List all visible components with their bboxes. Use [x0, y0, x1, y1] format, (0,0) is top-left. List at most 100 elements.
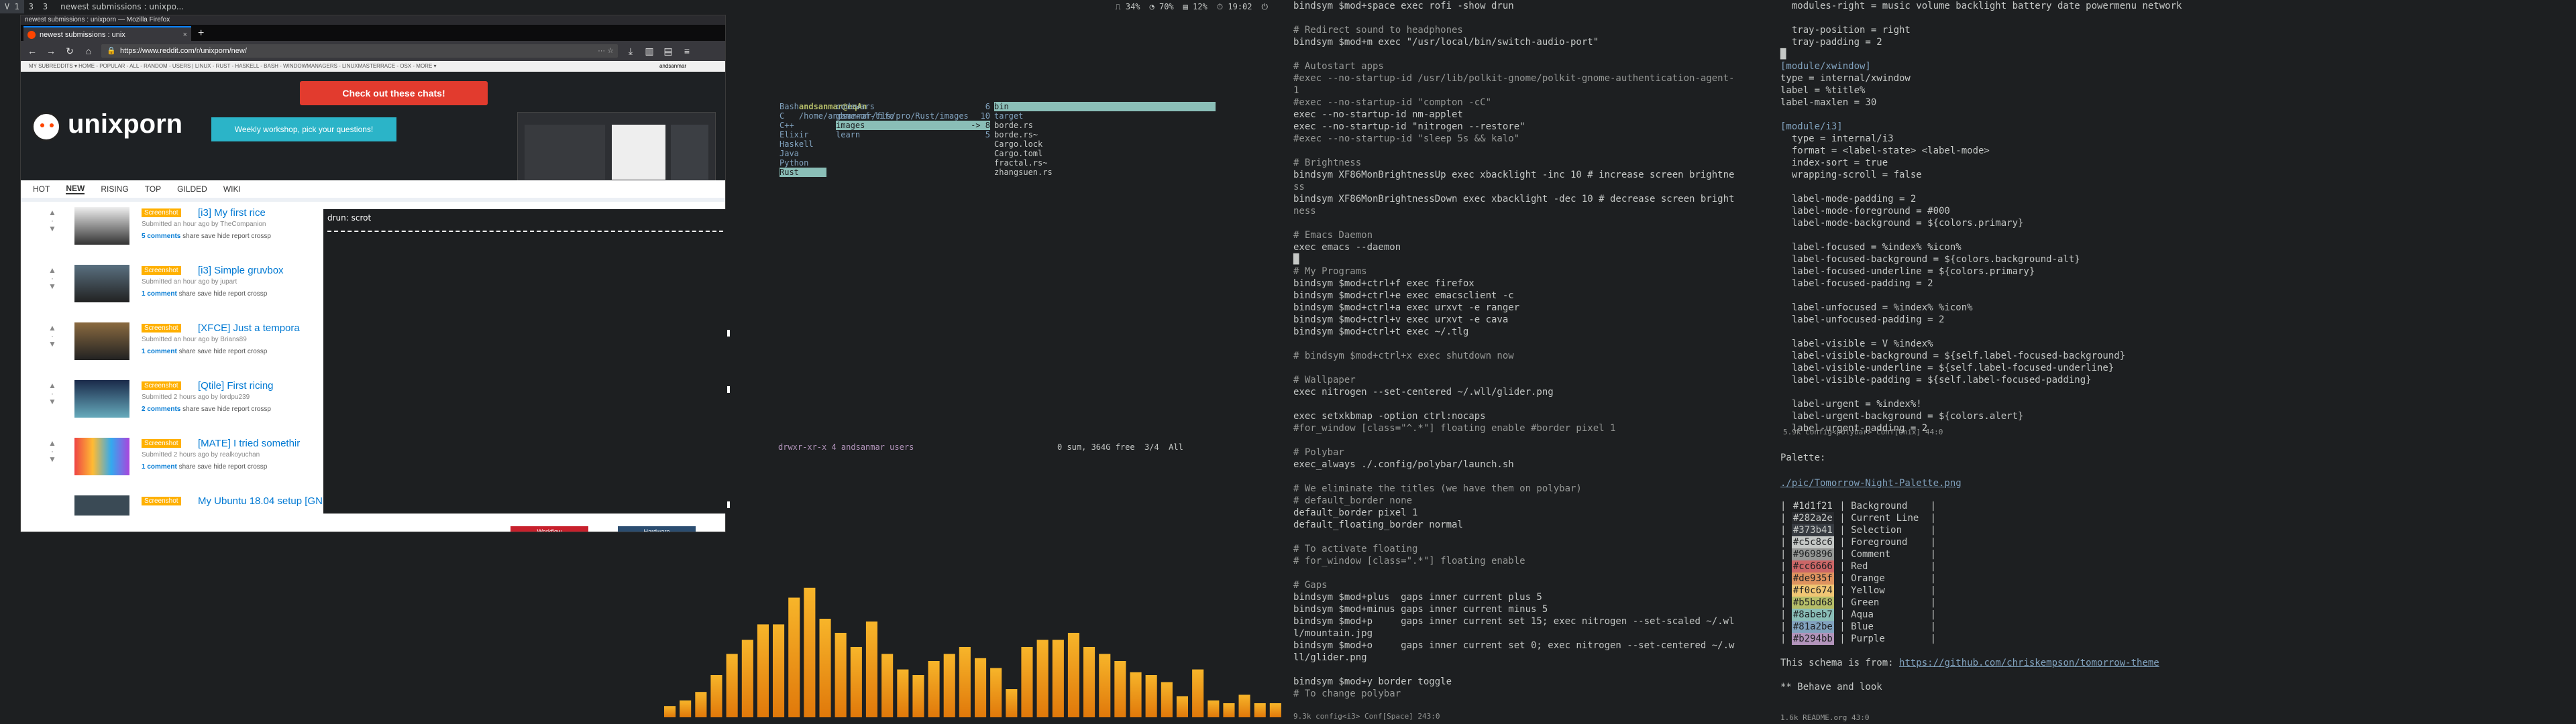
post-title[interactable]: [Qtile] First ricing: [198, 380, 274, 391]
workspace-3a[interactable]: 3: [24, 0, 38, 13]
post-thumbnail[interactable]: [74, 265, 129, 302]
post-title[interactable]: [i3] Simple gruvbox: [198, 265, 284, 276]
backlight-module[interactable]: ◔ 70%: [1150, 0, 1174, 13]
url-bar[interactable]: 🔒 https://www.reddit.com/r/unixporn/new/…: [101, 44, 618, 58]
username[interactable]: andsanmar: [659, 61, 686, 72]
ranger-preview-entry[interactable]: Cargo.lock: [994, 139, 1216, 149]
code-line: label-visible-background = ${self.label-…: [1780, 351, 2126, 361]
ranger-column-preview: bin target borde.rs borde.rs~ Cargo.lock Carg…: [994, 102, 1216, 177]
post-actions: 1 comment share save hide report crossp: [142, 290, 267, 298]
home-icon[interactable]: ⌂: [83, 46, 95, 56]
ranger-entry[interactable]: game-of-life 10: [836, 111, 990, 121]
tab-reddit[interactable]: newest submissions : unix ×: [23, 26, 191, 41]
sidebar-icon[interactable]: ▤: [662, 46, 674, 57]
code-line: # Redirect sound to headphones: [1293, 25, 1463, 36]
hardware-button[interactable]: Hardware: [618, 526, 696, 532]
visualizer-bar: [835, 633, 847, 717]
ranger-entry[interactable]: Elixir: [780, 130, 826, 139]
schema-link[interactable]: https://github.com/chriskempson/tomorrow…: [1899, 658, 2159, 668]
polybar-config-editor[interactable]: modules-right = music volume backlight b…: [1778, 0, 2576, 442]
comments-link[interactable]: 2 comments: [142, 406, 180, 413]
menu-icon[interactable]: ≡: [681, 46, 693, 56]
code-line: █: [1293, 254, 1299, 265]
tab-hot[interactable]: HOT: [33, 184, 50, 194]
forward-icon[interactable]: →: [45, 46, 57, 56]
ranger-entry[interactable]: Python: [780, 158, 826, 168]
tab-new[interactable]: NEW: [66, 184, 85, 194]
ranger-preview-entry[interactable]: borde.rs~: [994, 130, 1216, 139]
ranger-entry[interactable]: Bash: [780, 102, 826, 111]
rofi-input[interactable]: drun: scrot: [327, 213, 723, 232]
close-tab-icon[interactable]: ×: [183, 27, 187, 42]
workspace-3b[interactable]: 3: [38, 0, 52, 13]
visualizer-bar: [912, 675, 924, 717]
post-thumbnail[interactable]: [74, 380, 129, 418]
ranger-entry[interactable]: C: [780, 111, 826, 121]
post-title[interactable]: [MATE] I tried somethir: [198, 438, 300, 449]
visualizer-bar: [1176, 696, 1188, 717]
ranger-entry[interactable]: C++: [780, 121, 826, 130]
code-line: bindsym $mod+ctrl+v exec urxvt -e cava: [1293, 314, 1509, 325]
action-links[interactable]: share save hide report crossp: [179, 290, 268, 298]
tab-rising[interactable]: RISING: [101, 184, 128, 194]
ranger-preview-entry[interactable]: zhangsuen.rs: [994, 168, 1216, 177]
comments-link[interactable]: 1 comment: [142, 290, 177, 298]
comments-link[interactable]: 1 comment: [142, 348, 177, 355]
clock-module[interactable]: ⏱ 19:02: [1217, 0, 1252, 13]
ranger-preview-entry[interactable]: target: [994, 111, 1216, 121]
ranger-entry[interactable]: learn 5: [836, 130, 990, 139]
tab-top[interactable]: TOP: [145, 184, 161, 194]
ranger-entry[interactable]: Java: [780, 149, 826, 158]
action-links[interactable]: share save hide report crossp: [179, 463, 268, 471]
readme-editor[interactable]: Palette: ./pic/Tomorrow-Night-Palette.pn…: [1778, 450, 2576, 724]
visualizer-bar: [757, 624, 769, 717]
palette-link[interactable]: ./pic/Tomorrow-Night-Palette.png: [1780, 477, 1962, 489]
post-title[interactable]: [i3] My first rice: [198, 207, 266, 219]
bookmark-star-icon[interactable]: ··· ☆: [598, 44, 614, 58]
ranger-entry[interactable]: images -> 8: [836, 121, 990, 130]
new-tab-button[interactable]: +: [191, 26, 211, 41]
post-title[interactable]: [XFCE] Just a tempora: [198, 322, 300, 334]
subreddit-nav[interactable]: MY SUBREDDITS ▾ HOME - POPULAR - ALL - R…: [29, 63, 437, 69]
vote-arrows-icon[interactable]: ▲ · ▼: [48, 266, 57, 290]
subreddit-name[interactable]: unixporn: [68, 109, 182, 139]
code-line: [module/xwindow]: [1780, 61, 1871, 72]
ranger-preview-entry[interactable]: borde.rs: [994, 121, 1216, 130]
tab-wiki[interactable]: WIKI: [223, 184, 241, 194]
vote-arrows-icon[interactable]: ▲ · ▼: [48, 439, 57, 463]
ranger-entry[interactable]: Haskell: [780, 139, 826, 149]
ranger-entry[interactable]: Rust: [780, 168, 826, 177]
post-thumbnail[interactable]: [74, 495, 129, 516]
power-icon[interactable]: ⏻: [1262, 0, 1269, 13]
code-line: # Wallpaper: [1293, 375, 1356, 385]
workspace-1[interactable]: V 1: [0, 0, 24, 13]
action-links[interactable]: share save hide report crossp: [182, 233, 271, 240]
ranger-preview-entry[interactable]: fractal.rs~: [994, 158, 1216, 168]
volume-module[interactable]: ⎍ 34%: [1115, 0, 1140, 13]
vote-arrows-icon[interactable]: ▲ · ▼: [48, 324, 57, 348]
action-links[interactable]: share save hide report crossp: [182, 406, 271, 413]
weekly-workshop-button[interactable]: Weekly workshop, pick your questions!: [211, 117, 396, 141]
action-links[interactable]: share save hide report crossp: [179, 348, 268, 355]
ranger-preview-entry[interactable]: bin: [994, 102, 1216, 111]
tab-gilded[interactable]: GILDED: [177, 184, 207, 194]
reload-icon[interactable]: ↻: [64, 46, 76, 57]
visualizer-bar: [1145, 675, 1157, 717]
comments-link[interactable]: 5 comments: [142, 233, 180, 240]
back-icon[interactable]: ←: [26, 46, 38, 56]
post-thumbnail[interactable]: [74, 438, 129, 475]
ranger-entry[interactable]: codewars 6: [836, 102, 990, 111]
ranger-preview-entry[interactable]: Cargo.toml: [994, 149, 1216, 158]
post-thumbnail[interactable]: [74, 207, 129, 245]
comments-link[interactable]: 1 comment: [142, 463, 177, 471]
library-icon[interactable]: ▥: [643, 46, 655, 57]
vote-arrows-icon[interactable]: ▲ · ▼: [48, 381, 57, 406]
vote-arrows-icon[interactable]: ▲ · ▼: [48, 208, 57, 233]
download-icon[interactable]: ⤓: [625, 46, 637, 57]
workflow-button[interactable]: Workflow: [511, 526, 588, 532]
chat-banner-button[interactable]: Check out these chats!: [300, 81, 488, 105]
post-thumbnail[interactable]: [74, 322, 129, 360]
i3-config-editor[interactable]: bindsym $mod+space exec rofi -show drun #…: [1288, 0, 1771, 724]
